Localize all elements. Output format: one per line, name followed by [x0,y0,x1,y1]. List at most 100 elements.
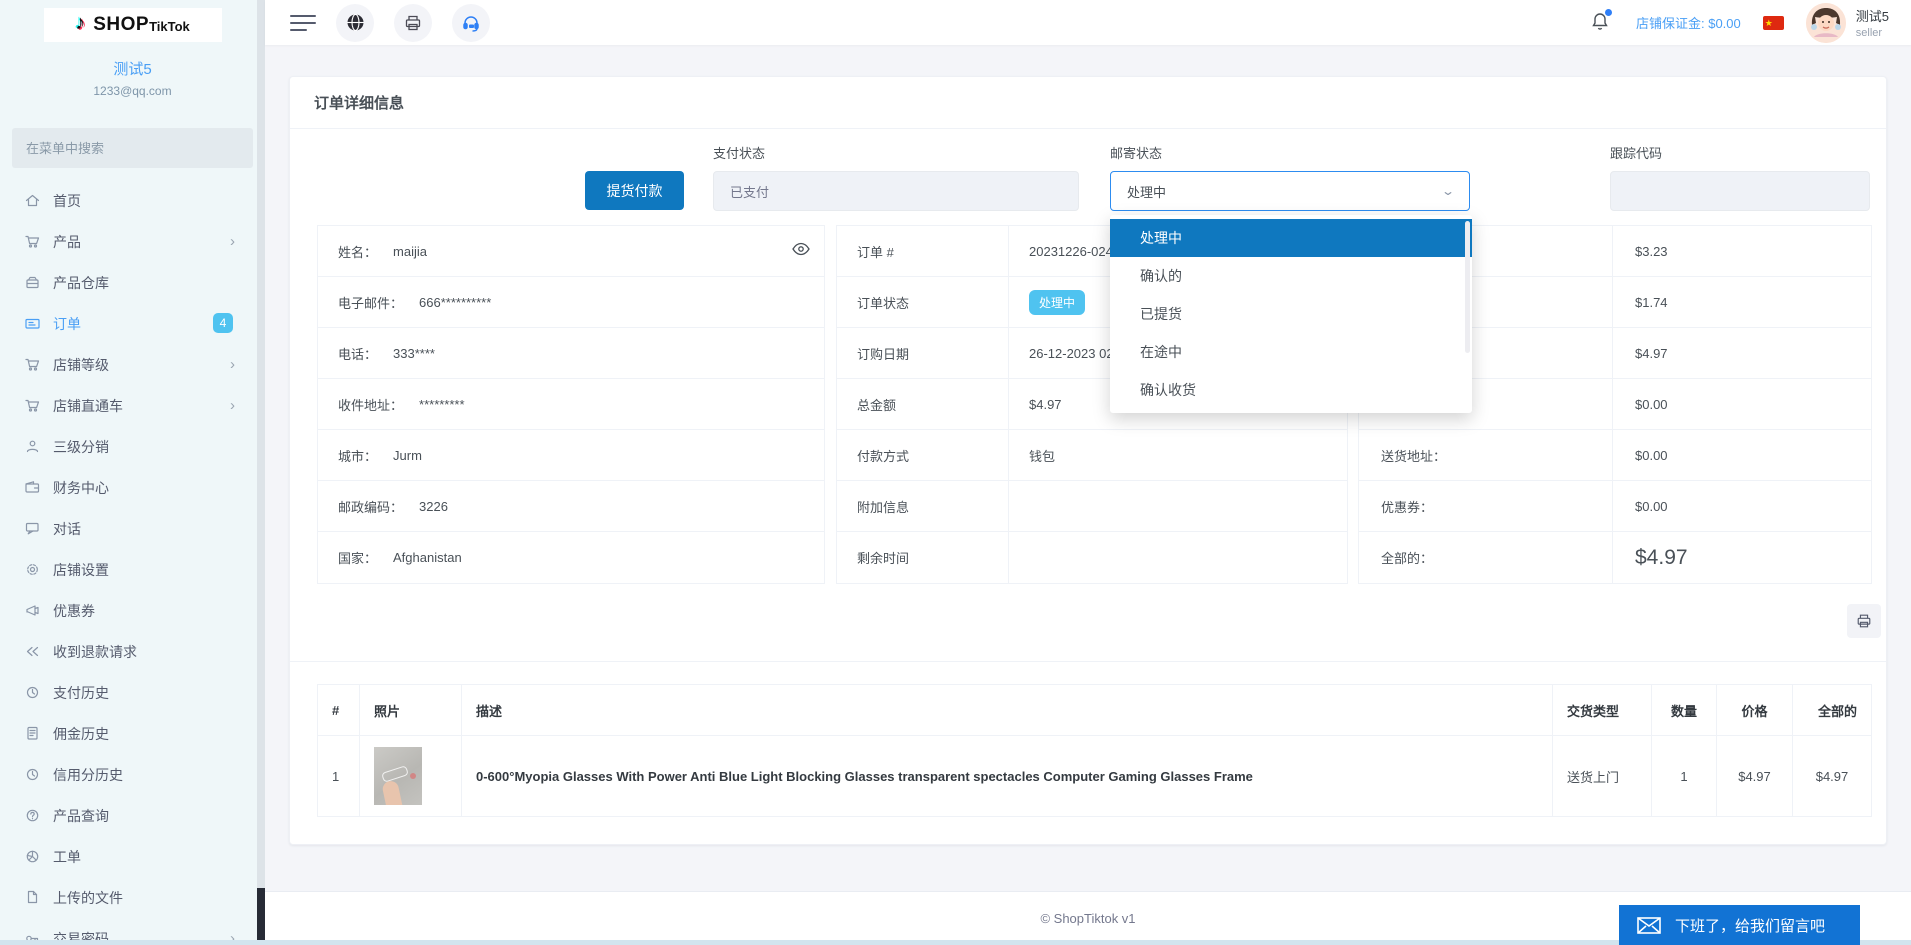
sidebar-item-1[interactable]: 首页 [0,180,265,221]
sidebar-item-label: 支付历史 [53,684,109,701]
sidebar-item-2[interactable]: 产品 › [0,221,265,262]
topbar-user-block[interactable]: 测试5 seller [1856,6,1889,39]
finance-icon [24,479,41,496]
support-button[interactable] [452,3,490,42]
menu-toggle-icon[interactable] [290,10,316,36]
summary-field-value: $0.00 [1635,396,1668,412]
shipping-option[interactable]: 在途中 [1110,333,1472,371]
customer-row: 国家： Afghanistan [318,532,824,583]
payment-status-input[interactable] [713,171,1079,211]
cart-icon [24,233,41,250]
product-photo-cell [360,736,462,816]
refund-icon [24,643,41,660]
product-quantity: 1 [1652,736,1717,816]
main-area: 店铺保证金: $0.00 ★ 测试5 seller 订单详细信息 提货付款 支付… [265,0,1911,945]
products-header-cell: 数量 [1652,685,1717,736]
products-table: # 照片 描述 交货类型 数量 价格 全部的 1 0-600°Myopia Glasses W… [317,684,1872,817]
summary-row: 送货地址： $0.00 [1359,430,1871,481]
product-image[interactable] [374,747,422,805]
order-field-label: 附加信息 [837,481,1009,531]
sidebar-item-13[interactable]: 支付历史 [0,672,265,713]
notifications-button[interactable] [1590,8,1612,35]
coupon-icon [24,602,41,619]
sidebar-item-15[interactable]: 信用分历史 [0,754,265,795]
printer-icon [405,15,421,30]
customer-field-value: 3226 [419,498,448,514]
summary-field-label: 全部的： [1359,532,1613,583]
order-field-label: 订单状态 [837,277,1009,327]
order-field-value: 钱包 [1029,448,1056,464]
summary-field-value: $1.74 [1635,294,1668,310]
shop-deposit-link[interactable]: 店铺保证金: $0.00 [1636,13,1741,32]
chat-icon [24,520,41,537]
shop-tiktok-logo[interactable]: ♪ ♪ ♪ SHOP TikTok [43,8,222,42]
sidebar-item-10[interactable]: 店铺设置 [0,549,265,590]
print-topbar-button[interactable] [394,3,432,42]
customer-field-value: ********* [419,396,465,412]
avatar[interactable] [1805,2,1846,43]
logo-tiktok-text: TikTok [149,19,190,34]
sidebar-item-label: 财务中心 [53,479,109,496]
customer-field-label: 电话： [338,346,378,362]
sidebar-item-label: 收到退款请求 [53,643,137,660]
sidebar-item-14[interactable]: 佣金历史 [0,713,265,754]
customer-field-value: Afghanistan [393,550,462,565]
sidebar-item-label: 店铺等级 [53,356,109,373]
leave-message-button[interactable]: 下班了，给我们留言吧 [1619,905,1860,945]
customer-info-table: 姓名： maijia 电子邮件： 666********** 电话： 333**** 收件地… [317,225,825,584]
content-area: 订单详细信息 提货付款 支付状态 邮寄状态 处理中 ⌄ 跟踪代码 处理中确认的已… [265,45,1911,891]
home-icon [24,192,41,209]
summary-row: 全部的： $4.97 [1359,532,1871,583]
cart-icon [24,356,41,373]
sidebar-item-7[interactable]: 三级分销 [0,426,265,467]
sidebar-item-label: 首页 [53,192,81,209]
sidebar-item-label: 店铺设置 [53,561,109,578]
sidebar-scrollbar[interactable] [257,0,265,940]
cod-button[interactable]: 提货付款 [585,171,684,210]
avatar-image [1805,2,1846,43]
product-description: 0-600°Myopia Glasses With Power Anti Blu… [462,736,1553,816]
doc-icon [24,725,41,742]
shipping-option[interactable]: 确认的 [1110,257,1472,295]
shipping-option[interactable]: 已提货 [1110,295,1472,333]
shipping-option[interactable]: 处理中 [1110,219,1472,257]
envelope-icon [1637,916,1661,934]
china-flag-icon[interactable]: ★ [1762,15,1784,30]
sidebar-user-name: 测试5 [113,61,152,78]
sidebar-item-16[interactable]: 产品查询 [0,795,265,836]
sidebar-item-12[interactable]: 收到退款请求 [0,631,265,672]
sidebar-item-label: 产品仓库 [53,274,109,291]
sidebar-item-4[interactable]: 订单 4 [0,303,265,344]
tracking-code-input[interactable] [1610,171,1870,211]
sidebar-scrollbar-thumb[interactable] [257,888,265,940]
sidebar-item-17[interactable]: 工单 [0,836,265,877]
sidebar-item-6[interactable]: 店铺直通车 › [0,385,265,426]
language-globe-button[interactable] [336,3,374,42]
summary-field-label: 优惠券： [1359,481,1613,531]
menu-search-input[interactable] [12,128,253,168]
summary-field-value: $0.00 [1635,447,1668,463]
shipping-option[interactable]: 确认收货 [1110,371,1472,409]
sidebar-item-8[interactable]: 财务中心 [0,467,265,508]
products-header-cell: 全部的 [1793,685,1871,736]
summary-field-value: $3.23 [1635,243,1668,259]
sidebar-item-11[interactable]: 优惠券 [0,590,265,631]
summary-field-label: 送货地址： [1359,430,1613,480]
leave-message-label: 下班了，给我们留言吧 [1675,917,1826,935]
printer-icon [1857,614,1871,628]
topbar: 店铺保证金: $0.00 ★ 测试5 seller [265,0,1911,45]
sidebar-user-email: 1233@qq.com [93,84,172,98]
sidebar-item-9[interactable]: 对话 [0,508,265,549]
customer-row: 姓名： maijia [318,226,824,277]
dropdown-scrollbar[interactable] [1465,221,1470,353]
chevron-right-icon: › [230,233,235,250]
tiktok-note-icon: ♪ ♪ ♪ [73,11,87,35]
print-order-button[interactable] [1847,604,1881,638]
order-field-label: 总金额 [837,379,1009,429]
sidebar-item-18[interactable]: 上传的文件 [0,877,265,918]
sidebar-item-5[interactable]: 店铺等级 › [0,344,265,385]
question-icon [24,807,41,824]
sidebar-item-3[interactable]: 产品仓库 [0,262,265,303]
eye-icon[interactable] [792,242,810,259]
shipping-status-select[interactable]: 处理中 ⌄ [1110,171,1470,211]
